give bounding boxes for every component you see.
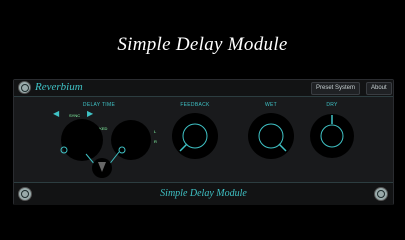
footer-right-logo-icon — [374, 187, 388, 201]
link-knob[interactable] — [92, 158, 112, 178]
feedback-label: FEEDBACK — [180, 102, 210, 108]
wet-knob[interactable] — [248, 113, 294, 159]
side-mark-r: R — [154, 139, 157, 144]
feedback-knob[interactable] — [172, 113, 218, 159]
side-mark-l: L — [154, 129, 157, 134]
dry-knob[interactable] — [310, 114, 354, 158]
footer-bar: Simple Delay Module — [14, 182, 393, 205]
footer-title: Simple Delay Module — [160, 188, 247, 199]
wet-label: WET — [264, 102, 277, 108]
hero-title: Simple Delay Module — [117, 34, 288, 55]
dry-label: DRY — [326, 102, 338, 108]
plugin-panel: Reverbium Preset System About DELAY TIME… — [13, 79, 394, 205]
delay-left-knob[interactable] — [60, 119, 103, 161]
